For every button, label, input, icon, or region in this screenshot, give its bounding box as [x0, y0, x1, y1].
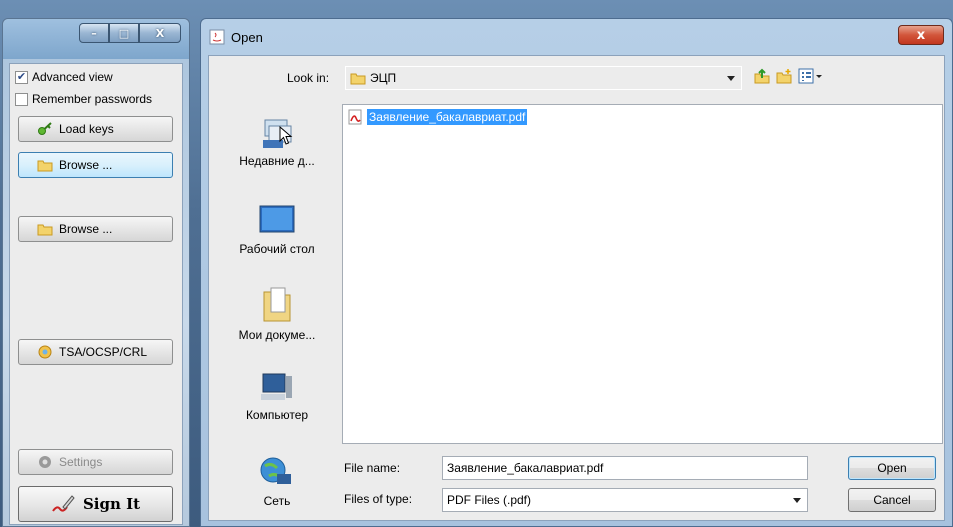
- pdf-file-icon: [348, 109, 362, 125]
- file-name-label: File name:: [344, 461, 401, 475]
- place-computer[interactable]: Компьютер: [218, 370, 336, 422]
- dialog-titlebar: Open: [209, 29, 263, 45]
- place-network[interactable]: Сеть: [218, 456, 336, 508]
- close-button[interactable]: X: [139, 23, 181, 43]
- key-icon: [38, 122, 52, 135]
- look-in-combo[interactable]: ЭЦП: [345, 66, 742, 90]
- file-type-label: Files of type:: [344, 492, 413, 506]
- open-button[interactable]: Open: [848, 456, 936, 480]
- list-item[interactable]: Заявление_бакалавриат.pdf: [347, 109, 528, 125]
- desktop-icon: [259, 205, 295, 233]
- chevron-down-icon[interactable]: [793, 498, 801, 503]
- certificate-icon: [38, 345, 52, 359]
- file-name: Заявление_бакалавриат.pdf: [367, 109, 528, 125]
- advanced-view-label: Advanced view: [32, 70, 113, 84]
- folder-icon: [37, 160, 53, 172]
- file-type-combo[interactable]: PDF Files (.pdf): [442, 488, 808, 512]
- browse-button-2[interactable]: Browse ...: [18, 216, 173, 242]
- look-in-value: ЭЦП: [370, 71, 397, 85]
- checkmark-icon[interactable]: ✔: [15, 70, 28, 84]
- tsa-ocsp-crl-button[interactable]: TSA/OCSP/CRL: [18, 339, 173, 365]
- remember-passwords-label: Remember passwords: [32, 92, 153, 106]
- dialog-title: Open: [231, 29, 263, 45]
- place-desktop[interactable]: Рабочий стол: [218, 204, 336, 256]
- file-list[interactable]: Заявление_бакалавриат.pdf: [342, 104, 943, 444]
- dialog-toolbar: [754, 68, 824, 84]
- advanced-view-checkbox[interactable]: ✔ Advanced view: [15, 70, 113, 84]
- window-controls: – □ X: [79, 23, 181, 43]
- places-bar: Недавние д... Рабочий стол Мои докуме...: [218, 104, 336, 524]
- dialog-close-button[interactable]: x: [898, 25, 944, 45]
- network-icon: [260, 457, 291, 484]
- folder-icon: [350, 73, 366, 85]
- my-documents-icon: [263, 287, 291, 322]
- minimize-button[interactable]: –: [79, 23, 109, 43]
- pen-signature-icon: [52, 495, 75, 512]
- gear-icon: [39, 456, 51, 468]
- up-folder-icon[interactable]: [754, 68, 770, 84]
- open-file-dialog: Open x Look in: ЭЦП Недавние д... Рабочи…: [200, 18, 953, 527]
- new-folder-icon[interactable]: [776, 68, 792, 84]
- look-in-label: Look in:: [287, 71, 330, 85]
- main-window-titlebar: – □ X: [3, 19, 189, 59]
- browse-button-1[interactable]: Browse ...: [18, 152, 173, 178]
- mouse-cursor-icon: [279, 126, 293, 145]
- main-app-window: – □ X ✔ Advanced view Remember passwords…: [2, 18, 190, 527]
- dialog-content: Look in: ЭЦП Недавние д... Рабочий стол …: [208, 55, 945, 521]
- settings-button[interactable]: Settings: [18, 449, 173, 475]
- computer-icon: [261, 373, 292, 400]
- place-my-documents[interactable]: Мои докуме...: [218, 286, 336, 342]
- maximize-button[interactable]: □: [109, 23, 139, 43]
- java-app-icon: [209, 29, 225, 45]
- unchecked-box-icon[interactable]: [15, 92, 28, 106]
- folder-icon: [37, 224, 53, 236]
- sign-it-button[interactable]: Sign It: [18, 486, 173, 522]
- view-menu-icon[interactable]: [798, 68, 824, 84]
- cancel-button[interactable]: Cancel: [848, 488, 936, 512]
- remember-passwords-checkbox[interactable]: Remember passwords: [15, 92, 152, 106]
- file-name-input[interactable]: Заявление_бакалавриат.pdf: [442, 456, 808, 480]
- load-keys-button[interactable]: Load keys: [18, 116, 173, 142]
- chevron-down-icon[interactable]: [727, 76, 735, 81]
- place-recent[interactable]: Недавние д...: [218, 118, 336, 168]
- sidebar-panel: ✔ Advanced view Remember passwords Load …: [9, 63, 183, 525]
